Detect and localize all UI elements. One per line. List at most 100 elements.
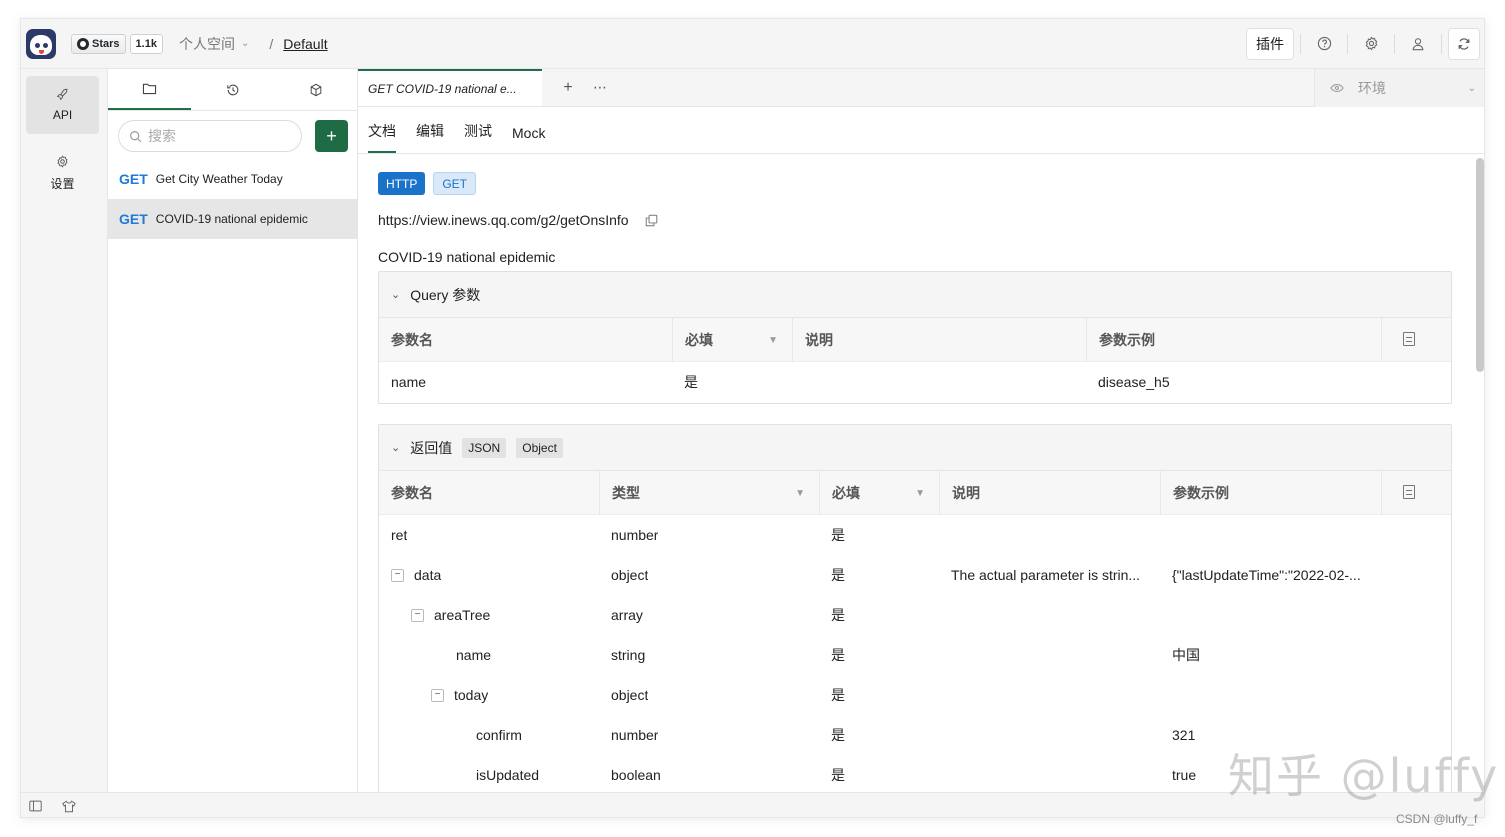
column-header-label: 必填: [685, 332, 713, 348]
request-url: https://view.inews.qq.com/g2/getOnsInfo: [378, 212, 629, 228]
param-name-cell: isUpdated: [476, 755, 539, 792]
format-tag: JSON: [462, 437, 507, 458]
new-tab-button[interactable]: +: [542, 69, 594, 106]
url-line: https://view.inews.qq.com/g2/getOnsInfo: [378, 212, 658, 228]
api-list-item[interactable]: GET COVID-19 national epidemic: [108, 199, 357, 239]
table-row: − data object 是 The actual parameter is stri…: [379, 555, 1451, 595]
search-input[interactable]: 搜索: [118, 120, 302, 152]
param-name: ret: [391, 527, 408, 543]
tab-folders[interactable]: [108, 69, 191, 110]
plugin-button[interactable]: 插件: [1246, 27, 1294, 60]
table-row: name string 是 中国: [379, 635, 1451, 675]
param-type: number: [611, 727, 659, 743]
copy-icon[interactable]: [645, 214, 658, 227]
protocol-badges: HTTP GET: [378, 172, 477, 195]
column-header: 参数示例: [1160, 471, 1381, 515]
nav-item-api[interactable]: API: [26, 76, 99, 134]
divider: [1394, 33, 1395, 54]
chevron-down-icon: ⌄: [391, 289, 401, 301]
divider: [1300, 33, 1301, 54]
param-example: 中国: [1172, 647, 1200, 663]
tab-mock[interactable]: Mock: [512, 125, 545, 153]
param-example: disease_h5: [1098, 374, 1170, 390]
column-header: 说明: [792, 318, 1086, 362]
filter-icon[interactable]: ▼: [915, 488, 925, 499]
tab-history[interactable]: [191, 69, 274, 110]
refresh-button[interactable]: [1448, 27, 1480, 60]
left-nav: API 设置: [21, 69, 108, 792]
search-row: 搜索 +: [108, 111, 357, 152]
param-type: object: [611, 687, 649, 703]
collapse-toggle[interactable]: −: [411, 608, 424, 622]
param-name: today: [454, 687, 489, 703]
tab-doc[interactable]: 文档: [368, 121, 396, 153]
github-stars-label: Stars: [92, 37, 120, 50]
project-link[interactable]: Default: [283, 36, 327, 52]
param-required: 是: [831, 567, 845, 583]
filter-icon[interactable]: ▼: [768, 335, 778, 346]
folder-icon: [142, 83, 157, 95]
app-logo[interactable]: [26, 28, 56, 59]
user-icon[interactable]: [1401, 28, 1435, 60]
doc-content: HTTP GET https://view.inews.qq.com/g2/ge…: [358, 154, 1484, 792]
param-example: true: [1172, 767, 1197, 783]
breadcrumb-separator: /: [269, 35, 274, 52]
collapse-toggle[interactable]: −: [431, 688, 444, 702]
collapse-toggle[interactable]: −: [391, 568, 404, 582]
request-tab[interactable]: GET COVID-19 national e...: [358, 69, 542, 106]
search-placeholder: 搜索: [148, 128, 176, 144]
table-row: name 是 disease_h5: [379, 362, 1451, 402]
param-example: 321: [1172, 727, 1196, 743]
history-icon: [226, 84, 238, 95]
tab-test[interactable]: 测试: [464, 121, 492, 153]
toggle-sidebar-icon[interactable]: [29, 800, 42, 812]
watermark: 知乎 @luffy: [1228, 749, 1500, 803]
param-required: 是: [831, 687, 845, 703]
param-type: object: [611, 567, 649, 583]
column-header-label: 类型: [612, 485, 640, 501]
column-header: 参数示例: [1086, 318, 1381, 362]
github-stars-button[interactable]: Stars 1.1k: [71, 33, 163, 54]
param-required: 是: [831, 527, 845, 543]
column-header: 必填 ▼: [672, 318, 792, 362]
credit-watermark: CSDN @luffy_f: [1396, 812, 1478, 826]
settings-gear-icon[interactable]: [1354, 28, 1388, 60]
response-header[interactable]: ⌄ 返回值 JSON Object: [379, 425, 1451, 471]
param-type: boolean: [611, 767, 661, 783]
tab-models[interactable]: [274, 69, 357, 110]
param-required: 是: [831, 607, 845, 623]
param-name: data: [414, 567, 442, 583]
filter-icon[interactable]: ▼: [795, 488, 805, 499]
top-actions: 插件: [1246, 27, 1480, 60]
more-tabs-button[interactable]: ⋯: [593, 69, 607, 106]
query-params-header[interactable]: ⌄ Query 参数: [379, 272, 1451, 318]
param-type: string: [611, 647, 646, 663]
help-icon[interactable]: [1307, 28, 1341, 60]
api-description: COVID-19 national epidemic: [378, 249, 556, 265]
nav-item-settings[interactable]: 设置: [26, 144, 99, 202]
param-name-cell: name: [456, 635, 491, 675]
environment-select[interactable]: 环境 ⌄: [1314, 69, 1484, 107]
column-header: [1381, 471, 1451, 515]
param-name-cell: ret: [391, 515, 407, 555]
workspace-selector[interactable]: 个人空间 ⌄: [179, 34, 249, 54]
divider: [1441, 33, 1442, 54]
nav-item-label: 设置: [50, 176, 75, 191]
add-api-button[interactable]: +: [315, 120, 348, 152]
tab-edit[interactable]: 编辑: [416, 121, 444, 153]
github-star-count[interactable]: 1.1k: [129, 33, 163, 54]
param-name: name: [391, 374, 427, 390]
api-list-item[interactable]: GET Get City Weather Today: [108, 159, 357, 199]
shirt-icon[interactable]: [62, 800, 76, 813]
param-name: isUpdated: [476, 767, 540, 783]
vertical-scrollbar[interactable]: [1476, 158, 1484, 372]
cube-icon: [310, 83, 321, 96]
refresh-icon: [1458, 37, 1470, 50]
top-bar: Stars 1.1k 个人空间 ⌄ / Default 插件: [21, 19, 1484, 69]
columns-settings-icon[interactable]: [1403, 485, 1415, 499]
github-stars[interactable]: Stars: [71, 33, 126, 54]
app-window: Stars 1.1k 个人空间 ⌄ / Default 插件 API 设置 搜索…: [20, 18, 1485, 818]
columns-settings-icon[interactable]: [1403, 332, 1415, 346]
table-row: ret number 是: [379, 515, 1451, 555]
param-name-cell: − areaTree: [411, 595, 490, 635]
